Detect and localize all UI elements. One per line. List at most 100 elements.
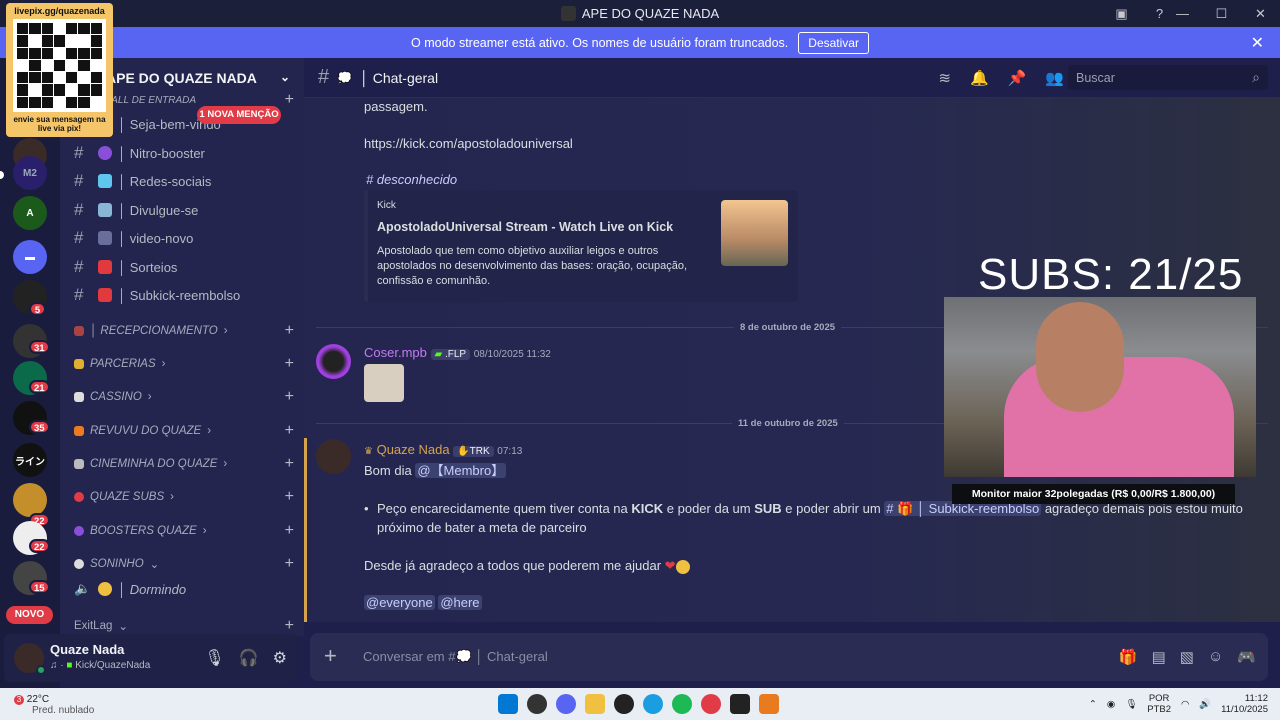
clock[interactable]: 11:12 11/10/2025 [1221, 693, 1268, 715]
add-channel-icon[interactable]: + [285, 617, 294, 635]
everyone-mention[interactable]: @everyone [364, 595, 435, 610]
channel-mention[interactable]: # desconhecido [366, 172, 457, 187]
app-icon[interactable] [759, 694, 779, 714]
here-mention[interactable]: @here [438, 595, 482, 610]
inbox-icon[interactable]: ▣ [1113, 5, 1130, 22]
embed-title[interactable]: ApostoladoUniversal Stream - Watch Live … [377, 220, 673, 234]
opera-icon[interactable] [701, 694, 721, 714]
add-channel-icon[interactable]: + [285, 422, 294, 440]
cat-sticker-image[interactable] [364, 364, 404, 402]
category-quaze-subs[interactable]: QUAZE SUBS › + [74, 487, 294, 507]
user-tag: ✋TRK [453, 446, 494, 457]
server-icon-m2[interactable]: M2 [13, 156, 47, 190]
channel-subkick-reembolso[interactable]: # │ Subkick-reembolso [74, 284, 294, 306]
channel-redes-sociais[interactable]: # │ Redes-sociais [74, 170, 294, 192]
add-channel-icon[interactable]: + [285, 91, 294, 109]
sticker-icon[interactable]: ▧ [1180, 648, 1194, 666]
file-explorer-icon[interactable] [585, 694, 605, 714]
link-embed: Kick ApostoladoUniversal Stream - Watch … [364, 190, 798, 302]
streamer-mode-banner: O modo streamer está ativo. Os nomes de … [0, 27, 1280, 58]
add-attachment-icon[interactable]: + [324, 643, 337, 669]
add-channel-icon[interactable]: + [285, 488, 294, 506]
windows-start-icon[interactable] [498, 694, 518, 714]
edge-icon[interactable] [643, 694, 663, 714]
weather-widget[interactable]: 3 22°C Pred. nublado [14, 694, 94, 716]
channel-label: │ Dormindo [118, 581, 187, 597]
qr-code [13, 19, 106, 112]
message-author[interactable]: Coser.mpb [364, 345, 427, 360]
members-icon[interactable]: 👥 [1045, 69, 1064, 87]
category-cineminha[interactable]: CINEMINHA DO QUAZE › + [74, 454, 294, 474]
gift-icon[interactable]: 🎁 [1119, 648, 1138, 666]
server-icon-a[interactable]: A [13, 196, 47, 230]
language-indicator[interactable]: POR PTB2 [1147, 693, 1171, 715]
wifi-icon[interactable]: ◠ [1181, 699, 1189, 710]
composer-placeholder: Conversar em #💭 │ Chat-geral [363, 649, 548, 664]
server-icon-6[interactable]: ライン [13, 443, 47, 477]
avatar[interactable] [316, 439, 351, 474]
emoji-icon[interactable]: ☺ [1208, 648, 1223, 666]
headphones-icon[interactable]: 🎧 [239, 648, 259, 668]
category-label: ExitLag [74, 620, 113, 632]
channel-sorteios[interactable]: # │ Sorteios [74, 256, 294, 278]
obs-icon[interactable] [527, 694, 547, 714]
add-channel-icon[interactable]: + [285, 522, 294, 540]
mic-tray-icon[interactable]: 🎙 [1125, 699, 1137, 710]
mention-badge[interactable]: 1 NOVA MENÇÃO [197, 106, 281, 124]
folder-icon[interactable]: ▬ [13, 240, 47, 274]
add-channel-icon[interactable]: + [285, 322, 294, 340]
pin-icon[interactable]: 📌 [1008, 69, 1027, 87]
category-exitlag[interactable]: ExitLag ⌄ + [74, 616, 294, 636]
hash-icon: # [74, 228, 84, 247]
discord-icon[interactable] [556, 694, 576, 714]
threads-icon[interactable]: ≋ [938, 69, 951, 87]
category-boosters[interactable]: BOOSTERS QUAZE › + [74, 521, 294, 541]
chevron-right-icon: › [207, 425, 212, 437]
add-channel-icon[interactable]: + [285, 455, 294, 473]
close-window-button[interactable]: ✕ [1241, 6, 1280, 22]
disable-streamer-button[interactable]: Desativar [798, 31, 869, 54]
search-input[interactable]: Buscar ⌕ [1068, 65, 1268, 90]
bold-text: SUB [754, 501, 782, 516]
network-icon[interactable]: ◉ [1107, 699, 1115, 710]
qr-bottom-text: envie sua mensagem na live via pix! [13, 115, 106, 133]
add-channel-icon[interactable]: + [285, 355, 294, 373]
server-badge: 31 [29, 340, 50, 354]
pin-icon [74, 492, 84, 502]
gif-icon[interactable]: ▤ [1152, 648, 1166, 666]
category-revuvu[interactable]: REVUVU DO QUAZE › + [74, 421, 294, 441]
role-mention[interactable]: @【Membro】 [415, 463, 507, 478]
close-banner-icon[interactable]: ✕ [1251, 33, 1264, 53]
maximize-button[interactable]: ☐ [1202, 6, 1241, 22]
cards-icon [74, 392, 84, 402]
settings-gear-icon[interactable]: ⚙ [273, 648, 287, 668]
category-soninho[interactable]: SONINHO ⌄ + [74, 554, 294, 574]
message-link[interactable]: https://kick.com/apostoladouniversal [364, 136, 573, 151]
volume-icon[interactable]: 🔊 [1199, 699, 1211, 710]
voice-channel-dormindo[interactable]: 🔈 │ Dormindo [74, 578, 294, 600]
category-recepcionamento[interactable]: │ RECEPCIONAMENTO › + [74, 321, 294, 341]
category-label: PARCERIAS [90, 358, 156, 370]
channel-nitro-booster[interactable]: # │ Nitro-booster [74, 142, 294, 164]
bullet-text: e poder da um [663, 501, 755, 516]
channel-divulgue-se[interactable]: # │ Divulgue-se [74, 199, 294, 221]
avatar[interactable] [316, 344, 351, 379]
bell-icon[interactable]: 🔔 [970, 69, 989, 87]
avatar[interactable] [14, 643, 46, 675]
chevron-up-icon[interactable]: ⌃ [1089, 699, 1097, 710]
gamepad-icon[interactable]: 🎮 [1237, 648, 1256, 666]
minimize-button[interactable]: — [1163, 6, 1202, 21]
app-icon[interactable] [614, 694, 634, 714]
add-channel-icon[interactable]: + [285, 388, 294, 406]
category-cassino[interactable]: CASSINO › + [74, 387, 294, 407]
message-composer[interactable]: + Conversar em #💭 │ Chat-geral 🎁 ▤ ▧ ☺ 🎮 [310, 633, 1268, 681]
embed-thumbnail[interactable] [721, 200, 788, 266]
app-icon[interactable] [730, 694, 750, 714]
category-parcerias[interactable]: PARCERIAS › + [74, 354, 294, 374]
channel-video-novo[interactable]: # │ video-novo [74, 227, 294, 249]
spotify-icon[interactable] [672, 694, 692, 714]
add-channel-icon[interactable]: + [285, 555, 294, 573]
server-icon-7[interactable] [13, 483, 47, 517]
message-author[interactable]: Quaze Nada [377, 442, 450, 457]
microphone-icon[interactable]: 🎙 [204, 648, 224, 668]
